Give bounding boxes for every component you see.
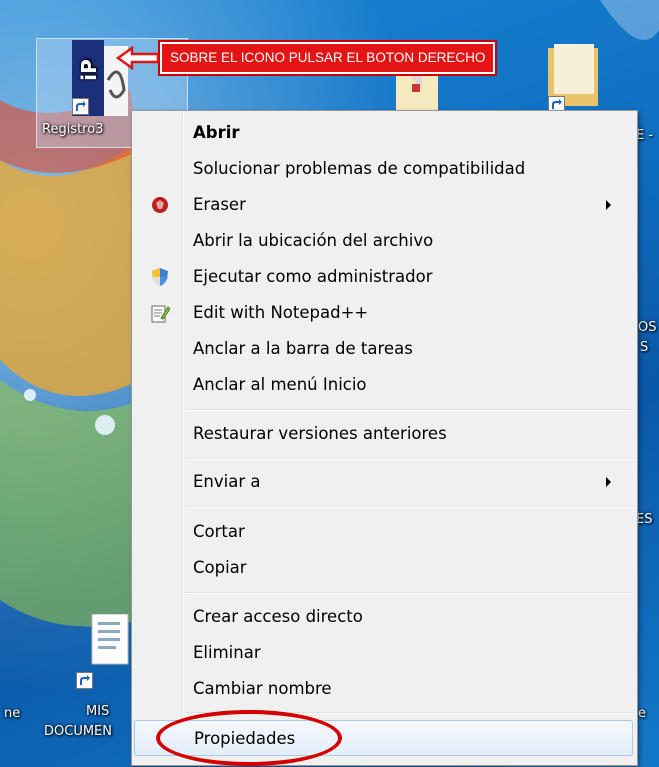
menu-item-eliminar[interactable]: Eliminar — [134, 635, 633, 671]
mis-documentos-label: MIS — [86, 704, 110, 719]
desktop-icon-label: ES — [636, 512, 653, 527]
submenu-arrow-icon — [606, 200, 611, 210]
menu-item-label: Solucionar problemas de compatibilidad — [193, 159, 526, 178]
menu-item-abrir[interactable]: Abrir — [134, 115, 633, 151]
menu-item-abrir-ubicacion[interactable]: Abrir la ubicación del archivo — [134, 223, 633, 259]
menu-separator — [185, 458, 634, 460]
menu-item-label: Eraser — [193, 195, 246, 214]
menu-item-label: Cortar — [193, 522, 245, 541]
menu-item-label: Enviar a — [193, 472, 261, 491]
menu-item-anclar-inicio[interactable]: Anclar al menú Inicio — [134, 367, 633, 403]
menu-item-eraser[interactable]: Eraser — [134, 187, 633, 223]
menu-item-label: Cambiar nombre — [193, 679, 332, 698]
desktop-icon-label: OS — [638, 320, 657, 335]
menu-item-label: Restaurar versiones anteriores — [193, 424, 447, 443]
menu-item-label: Abrir la ubicación del archivo — [193, 231, 434, 250]
red-arrow-icon — [116, 46, 160, 70]
context-menu: Abrir Solucionar problemas de compatibil… — [131, 110, 638, 766]
menu-item-label: Crear acceso directo — [193, 607, 363, 626]
menu-item-crear-acceso[interactable]: Crear acceso directo — [134, 599, 633, 635]
menu-item-restaurar-versiones[interactable]: Restaurar versiones anteriores — [134, 416, 633, 452]
svg-text:iP: iP — [77, 59, 101, 81]
mis-documentos-icon[interactable] — [88, 613, 132, 684]
menu-item-label: Propiedades — [194, 729, 296, 748]
menu-item-cambiar-nombre[interactable]: Cambiar nombre — [134, 671, 633, 707]
menu-item-label: Copiar — [193, 558, 247, 577]
selected-icon-label: Registro3 — [42, 122, 104, 137]
submenu-arrow-icon — [606, 477, 611, 487]
menu-separator — [185, 409, 634, 411]
desktop-icon-label: S — [640, 340, 649, 355]
mis-documentos-label: DOCUMEN — [44, 724, 112, 739]
desktop-icon-label: e — [638, 706, 646, 721]
shortcut-arrow-icon — [76, 672, 93, 689]
desktop-icon-label: ne — [4, 706, 21, 721]
menu-item-label: Anclar al menú Inicio — [193, 375, 367, 394]
menu-item-cortar[interactable]: Cortar — [134, 514, 633, 550]
menu-item-propiedades[interactable]: Propiedades — [134, 720, 633, 756]
menu-item-label: Edit with Notepad++ — [193, 303, 369, 322]
shortcut-arrow-icon — [72, 98, 89, 115]
instruction-text: SOBRE EL ICONO PULSAR EL BOTON DERECHO — [170, 50, 486, 65]
menu-item-label: Eliminar — [193, 643, 261, 662]
menu-item-edit-notepad[interactable]: Edit with Notepad++ — [134, 295, 633, 331]
instruction-callout: SOBRE EL ICONO PULSAR EL BOTON DERECHO — [157, 40, 498, 76]
menu-separator — [185, 506, 634, 508]
desktop-icon-label: E - — [636, 128, 654, 143]
menu-item-ejecutar-admin[interactable]: Ejecutar como administrador — [134, 259, 633, 295]
menu-separator — [185, 592, 634, 594]
menu-item-anclar-barra[interactable]: Anclar a la barra de tareas — [134, 331, 633, 367]
menu-item-label: Anclar a la barra de tareas — [193, 339, 413, 358]
eraser-icon — [150, 195, 170, 215]
notepad-icon — [150, 303, 171, 323]
menu-item-solucionar-problemas[interactable]: Solucionar problemas de compatibilidad — [134, 151, 633, 187]
uac-shield-icon — [150, 267, 170, 287]
menu-item-enviar-a[interactable]: Enviar a — [134, 464, 633, 500]
menu-item-label: Ejecutar como administrador — [193, 267, 433, 286]
menu-item-label: Abrir — [193, 123, 240, 142]
menu-item-copiar[interactable]: Copiar — [134, 550, 633, 586]
menu-separator — [185, 712, 634, 714]
